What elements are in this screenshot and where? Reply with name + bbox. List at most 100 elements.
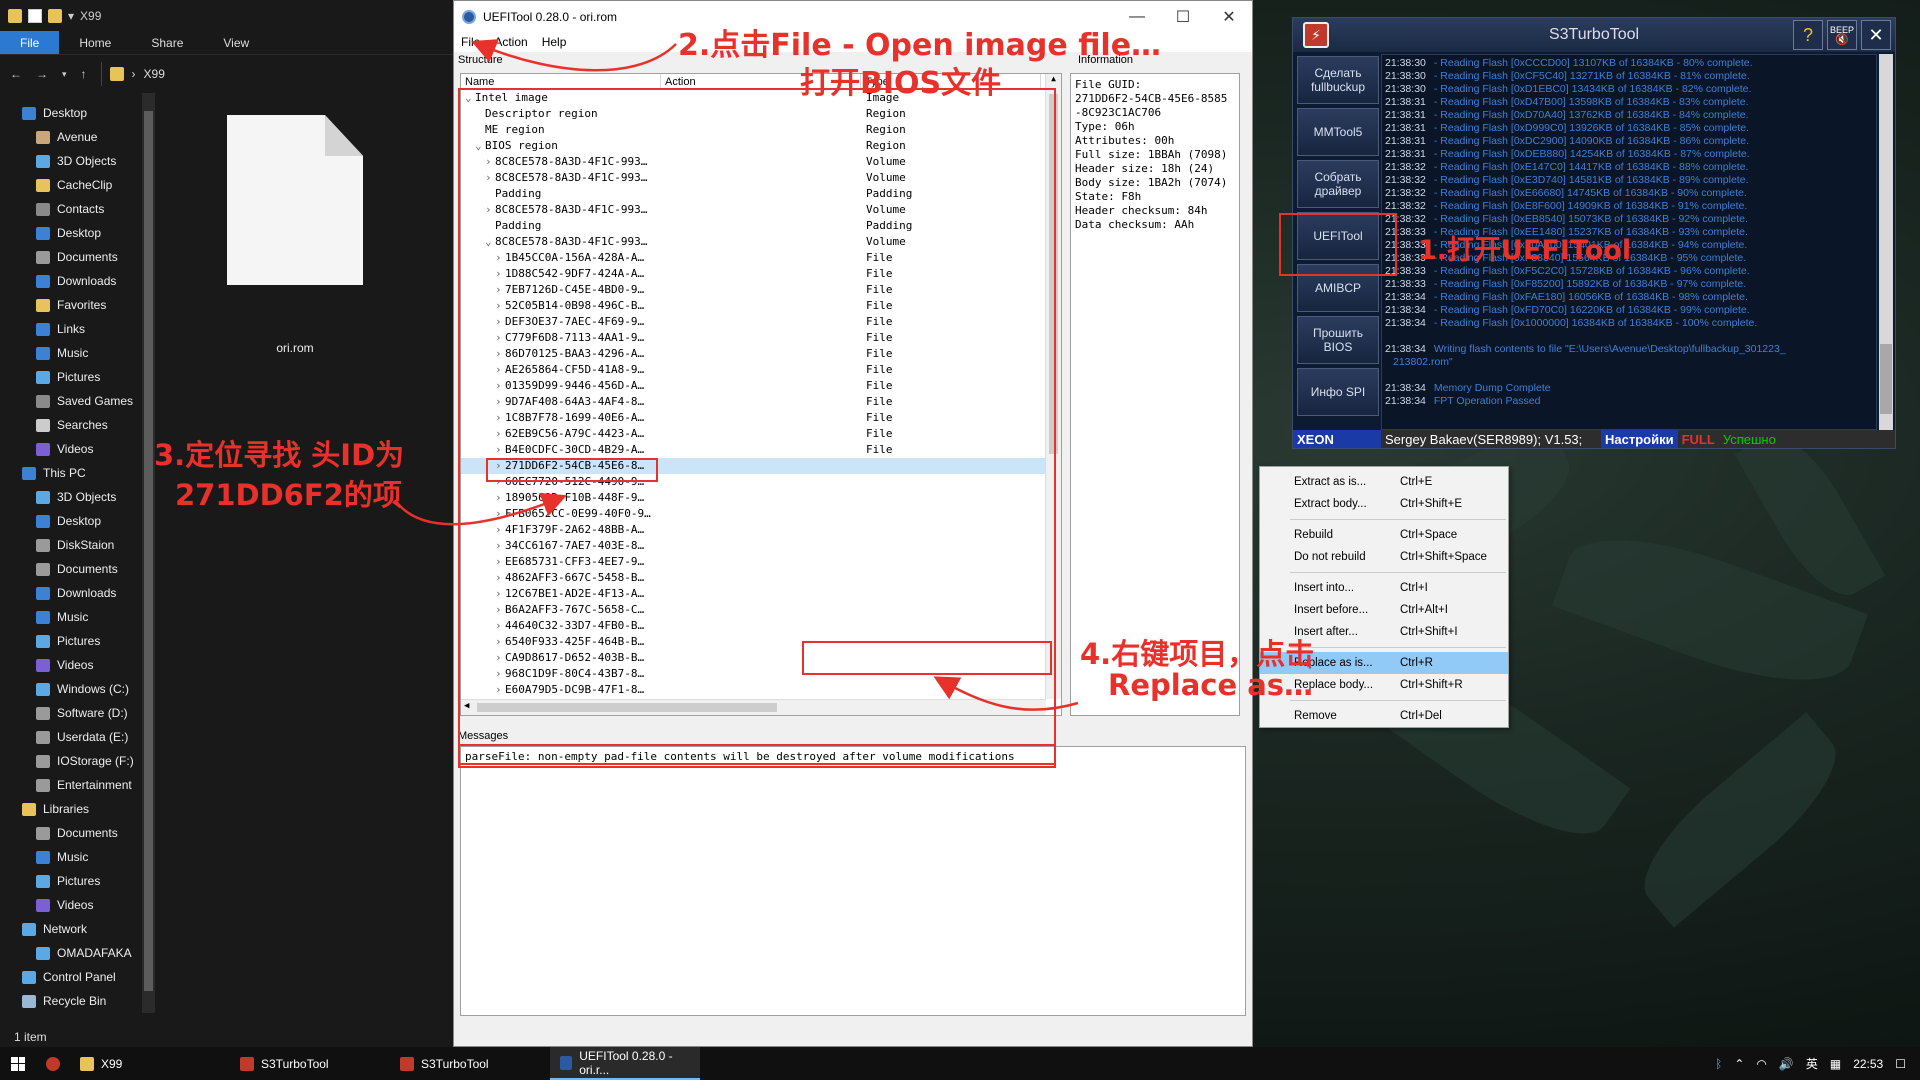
recent-chevron-icon[interactable]: ▾ [62, 69, 67, 80]
chevron-up-icon[interactable]: ⌃ [1734, 1057, 1744, 1071]
taskbar-app[interactable]: S3TurboTool [390, 1047, 550, 1080]
nav-item[interactable]: Avenue [0, 125, 155, 149]
nav-item[interactable]: DiskStaion [0, 533, 155, 557]
context-menu-item[interactable]: Insert into... Ctrl+I [1260, 577, 1508, 599]
tab-view[interactable]: View [203, 31, 269, 54]
nav-item[interactable]: Desktop [0, 101, 155, 125]
nav-item[interactable]: Entertainment [0, 773, 155, 797]
column-name[interactable]: Name [461, 74, 661, 89]
tab-home[interactable]: Home [59, 31, 131, 54]
nav-item[interactable]: Documents [0, 557, 155, 581]
explorer-titlebar[interactable]: ▾ X99 [0, 0, 455, 31]
volume-icon[interactable]: 🔊 [1779, 1057, 1794, 1071]
nav-item[interactable]: Searches [0, 413, 155, 437]
tab-share[interactable]: Share [131, 31, 203, 54]
clock[interactable]: 22:53 [1853, 1057, 1883, 1071]
s3-close-button[interactable]: ✕ [1861, 20, 1891, 50]
nav-item[interactable]: Windows (C:) [0, 677, 155, 701]
context-menu-item[interactable]: Remove Ctrl+Del [1260, 705, 1508, 727]
taskbar-app[interactable]: X99 [70, 1047, 230, 1080]
context-menu-item[interactable]: Insert before... Ctrl+Alt+I [1260, 599, 1508, 621]
nav-item[interactable]: Saved Games [0, 389, 155, 413]
navigation-pane: Desktop Avenue 3D Objects CacheClip Contacts… [0, 93, 155, 1013]
nav-item[interactable]: Network [0, 917, 155, 941]
nav-item[interactable]: Videos [0, 653, 155, 677]
nav-item[interactable]: Libraries [0, 797, 155, 821]
nav-item[interactable]: Control Panel [0, 965, 155, 989]
nav-item[interactable]: IOStorage (F:) [0, 749, 155, 773]
nav-item[interactable]: Pictures [0, 869, 155, 893]
taskbar-pinned-app[interactable] [36, 1047, 70, 1080]
nav-item[interactable]: Pictures [0, 365, 155, 389]
context-menu-item[interactable]: Extract body... Ctrl+Shift+E [1260, 493, 1508, 515]
taskbar-app[interactable]: S3TurboTool [230, 1047, 390, 1080]
nav-item[interactable]: Contacts [0, 197, 155, 221]
nav-item[interactable]: Videos [0, 893, 155, 917]
nav-item[interactable]: Desktop [0, 221, 155, 245]
nav-item[interactable]: Recycle Bin [0, 989, 155, 1013]
nav-item[interactable]: Music [0, 341, 155, 365]
nav-item[interactable]: Userdata (E:) [0, 725, 155, 749]
nav-item[interactable]: Pictures [0, 629, 155, 653]
s3-action-button[interactable]: Прошить BIOS [1297, 316, 1379, 364]
wifi-icon[interactable]: ◠ [1756, 1057, 1766, 1071]
nav-item[interactable]: Software (D:) [0, 701, 155, 725]
menu-action[interactable]: Action [487, 35, 534, 49]
nav-item[interactable]: CacheClip [0, 173, 155, 197]
nav-item[interactable]: Favorites [0, 293, 155, 317]
nav-item[interactable]: 3D Objects [0, 485, 155, 509]
s3-titlebar[interactable]: ⚡ S3TurboTool ? BEEP 🔇 ✕ [1293, 18, 1895, 52]
bluetooth-icon[interactable]: ᛒ [1715, 1057, 1722, 1071]
menu-file[interactable]: File [454, 35, 487, 49]
close-button[interactable]: ✕ [1206, 1, 1252, 32]
breadcrumb-chevron-icon[interactable]: › [132, 67, 136, 81]
log-line: 21:38:31 - Reading Flash [0xD47B00] 13598… [1385, 96, 1873, 109]
chevron-down-icon[interactable]: ▾ [68, 9, 74, 23]
s3-log-scrollbar[interactable] [1879, 54, 1893, 430]
forward-arrow-icon[interactable]: → [36, 67, 48, 81]
nav-item[interactable]: Desktop [0, 509, 155, 533]
maximize-button[interactable]: ☐ [1160, 1, 1206, 32]
s3-action-button[interactable]: Инфо SPI [1297, 368, 1379, 416]
properties-icon[interactable] [28, 8, 42, 23]
back-arrow-icon[interactable]: ← [10, 67, 22, 81]
nav-item[interactable]: Links [0, 317, 155, 341]
notifications-icon[interactable]: ☐ [1895, 1057, 1906, 1071]
nav-item[interactable]: Documents [0, 821, 155, 845]
nav-item[interactable]: Downloads [0, 581, 155, 605]
pc-icon [22, 466, 36, 480]
up-arrow-icon[interactable]: ↑ [81, 67, 87, 81]
nav-item[interactable]: Downloads [0, 269, 155, 293]
taskbar-app[interactable]: UEFITool 0.28.0 - ori.r... [550, 1047, 700, 1080]
calendar-icon[interactable]: ▦ [1830, 1057, 1841, 1071]
nav-item[interactable]: This PC [0, 461, 155, 485]
start-button[interactable] [0, 1047, 36, 1080]
nav-item[interactable]: Videos [0, 437, 155, 461]
menu-item-label: Extract body... [1294, 498, 1367, 510]
s3-action-button[interactable]: MMTool5 [1297, 108, 1379, 156]
log-time: 21:38:34 [1385, 304, 1426, 316]
nav-item[interactable]: Music [0, 605, 155, 629]
context-menu-item[interactable]: Extract as is... Ctrl+E [1260, 471, 1508, 493]
s3-action-button[interactable]: Собрать драйвер [1297, 160, 1379, 208]
nav-item[interactable]: OMADAFAKA [0, 941, 155, 965]
help-button[interactable]: ? [1793, 20, 1823, 50]
beep-toggle[interactable]: BEEP 🔇 [1827, 20, 1857, 50]
log-message: FPT Operation Passed [1433, 395, 1541, 407]
settings-button[interactable]: Настройки [1601, 430, 1678, 448]
nav-item[interactable]: 3D Objects [0, 149, 155, 173]
navigation-scrollbar[interactable] [142, 93, 155, 1013]
s3-action-button[interactable]: Сделать fullbuckup [1297, 56, 1379, 104]
nav-item-label: Windows (C:) [57, 682, 130, 696]
nav-item-label: Network [43, 922, 88, 936]
nav-item[interactable]: Music [0, 845, 155, 869]
new-folder-icon[interactable] [48, 8, 62, 23]
menu-help[interactable]: Help [535, 35, 574, 49]
nav-item-label: Videos [57, 442, 94, 456]
address-input[interactable]: › X99 [100, 62, 445, 86]
nav-item[interactable]: Documents [0, 245, 155, 269]
tab-file[interactable]: File [0, 31, 60, 54]
ime-indicator[interactable]: 英 [1806, 1055, 1818, 1072]
context-menu-item[interactable]: Do not rebuild Ctrl+Shift+Space [1260, 546, 1508, 568]
context-menu-item[interactable]: Rebuild Ctrl+Space [1260, 524, 1508, 546]
